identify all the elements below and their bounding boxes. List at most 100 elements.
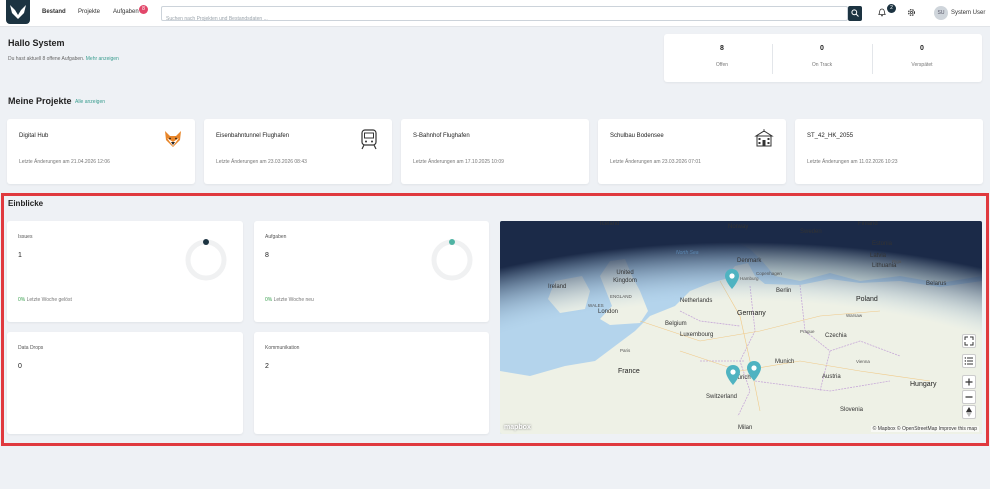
card-footer-text: Letzte Woche neu	[273, 297, 314, 303]
progress-ring	[185, 239, 227, 281]
map-marker-icon[interactable]	[726, 365, 740, 385]
mapbox-logo: mapbox	[504, 424, 531, 431]
card-percent: 0%	[18, 297, 26, 303]
project-name: ST_42_HK_2055	[807, 133, 854, 139]
project-card-digital-hub[interactable]: Digital Hub Letzte Änderungen am 21.04.2…	[7, 119, 195, 184]
map-label: Munich	[775, 359, 795, 365]
user-avatar[interactable]: SU	[934, 6, 948, 20]
stat-verspaetet[interactable]: 0 Verspätet	[872, 34, 972, 82]
map-label: London	[598, 309, 619, 315]
insight-card-issues[interactable]: Issues 1 0% Letzte Woche gelöst	[7, 221, 243, 322]
map-label: Switzerland	[706, 394, 738, 400]
map-label: Poland	[856, 296, 878, 303]
project-name: Schulbau Bodensee	[610, 133, 664, 139]
map-label: Germany	[737, 310, 766, 317]
map-label: Belarus	[926, 281, 947, 287]
stat-label: Offen	[715, 62, 729, 68]
project-last-change: Letzte Änderungen am 17.10.2025 10:09	[413, 159, 504, 165]
search-button[interactable]	[848, 6, 862, 21]
map-attribution[interactable]: © Mapbox © OpenStreetMap Improve this ma…	[870, 426, 979, 432]
progress-ring	[431, 239, 473, 281]
nav-bestand[interactable]: Bestand	[42, 9, 66, 15]
project-card-eisenbahntunnel[interactable]: Eisenbahntunnel Flughafen Letzte Änderun…	[204, 119, 392, 184]
map-label: Berlin	[776, 288, 792, 294]
card-percent: 0%	[265, 297, 273, 303]
school-icon	[754, 129, 774, 147]
search-icon	[851, 9, 859, 17]
aufgaben-count-badge: 8	[139, 5, 148, 14]
stat-value: 0	[920, 45, 924, 52]
map-label: Warsaw	[846, 313, 863, 318]
stat-offen[interactable]: 8 Offen	[672, 34, 772, 82]
open-tasks-text: Du hast aktuell 8 offene Aufgaben.	[8, 56, 85, 62]
card-footer: 0% Letzte Woche neu	[265, 297, 314, 303]
card-value: 2	[265, 363, 269, 370]
project-name: Digital Hub	[19, 133, 49, 139]
gear-icon[interactable]	[907, 8, 916, 17]
card-title: Issues	[18, 234, 33, 240]
user-name[interactable]: System User	[951, 10, 985, 16]
plus-icon	[965, 378, 973, 386]
insight-card-kommunikation[interactable]: Kommunikation 2	[254, 332, 489, 434]
greeting-subtitle: Du hast aktuell 8 offene Aufgaben. Mehr …	[8, 56, 119, 62]
map-label: Belgium	[665, 321, 687, 327]
map-label: Netherlands	[680, 298, 713, 304]
bell-icon[interactable]	[878, 8, 886, 17]
map-label: Luxembourg	[680, 332, 714, 338]
top-navigation-bar: Bestand Projekte Aufgaben 8 2 SU System …	[0, 0, 990, 27]
all-projects-link[interactable]: Alle anzeigen	[75, 99, 105, 105]
project-card-schulbau[interactable]: Schulbau Bodensee Letzte Änderungen am 2…	[598, 119, 786, 184]
insight-card-aufgaben[interactable]: Aufgaben 8 0% Letzte Woche neu	[254, 221, 489, 322]
project-card-s-bahnhof[interactable]: S-Bahnhof Flughafen Letzte Änderungen am…	[401, 119, 589, 184]
stat-label: On Track	[811, 62, 833, 68]
map-marker-icon[interactable]	[725, 269, 739, 289]
project-last-change: Letzte Änderungen am 21.04.2026 12:06	[19, 159, 110, 165]
more-link[interactable]: Mehr anzeigen	[86, 56, 119, 62]
nav-aufgaben[interactable]: Aufgaben	[113, 9, 139, 15]
map-label: Denmark	[737, 258, 762, 264]
card-title: Aufgaben	[265, 234, 287, 240]
map-label: North Sea	[676, 250, 699, 256]
nav-projekte[interactable]: Projekte	[78, 9, 100, 15]
insights-title: Einblicke	[8, 199, 44, 208]
project-last-change: Letzte Änderungen am 23.03.2026 08:43	[216, 159, 307, 165]
map-compass-button[interactable]	[962, 405, 976, 419]
map-label: Norway	[728, 224, 749, 230]
fullscreen-icon	[964, 336, 974, 346]
map-fullscreen-button[interactable]	[962, 334, 976, 348]
train-icon	[361, 129, 377, 150]
project-name: Eisenbahntunnel Flughafen	[216, 133, 290, 139]
card-value: 1	[18, 252, 22, 259]
stat-label: Verspätet	[911, 62, 933, 68]
project-last-change: Letzte Änderungen am 23.03.2026 07:01	[610, 159, 701, 165]
compass-icon	[966, 407, 972, 417]
map-label: United Kingdom	[613, 270, 637, 284]
project-card-st42[interactable]: ST_42_HK_2055 Letzte Änderungen am 11.02…	[795, 119, 983, 184]
app-logo[interactable]	[6, 0, 30, 24]
map-label: Hungary	[910, 381, 937, 388]
card-title: Data Drops	[18, 345, 44, 351]
insight-card-data-drops[interactable]: Data Drops 0	[7, 332, 243, 434]
map-label: Iceland	[600, 221, 620, 227]
stat-value: 8	[720, 45, 724, 52]
map-marker-icon[interactable]	[747, 361, 761, 381]
map-label: Milan	[738, 425, 753, 431]
map-label: Prague	[800, 329, 815, 334]
search-input[interactable]	[162, 12, 847, 26]
map-zoom-out-button[interactable]	[962, 390, 976, 404]
project-last-change: Letzte Änderungen am 11.02.2026 10:23	[807, 159, 898, 165]
project-map[interactable]: Iceland Norway Sweden Finland Estonia La…	[500, 221, 982, 434]
map-label: Paris	[620, 348, 631, 353]
stat-value: 0	[820, 45, 824, 52]
card-value: 8	[265, 252, 269, 259]
map-canvas	[500, 221, 982, 434]
fox-logo-icon	[10, 5, 26, 19]
stat-on-track[interactable]: 0 On Track	[772, 34, 872, 82]
map-zoom-in-button[interactable]	[962, 375, 976, 389]
map-label: Lithuania	[872, 263, 897, 269]
map-layers-button[interactable]	[962, 354, 976, 368]
map-label: Slovenia	[840, 407, 864, 413]
map-label: Latvia	[870, 253, 887, 259]
fox-icon	[165, 131, 181, 147]
card-value: 0	[18, 363, 22, 370]
